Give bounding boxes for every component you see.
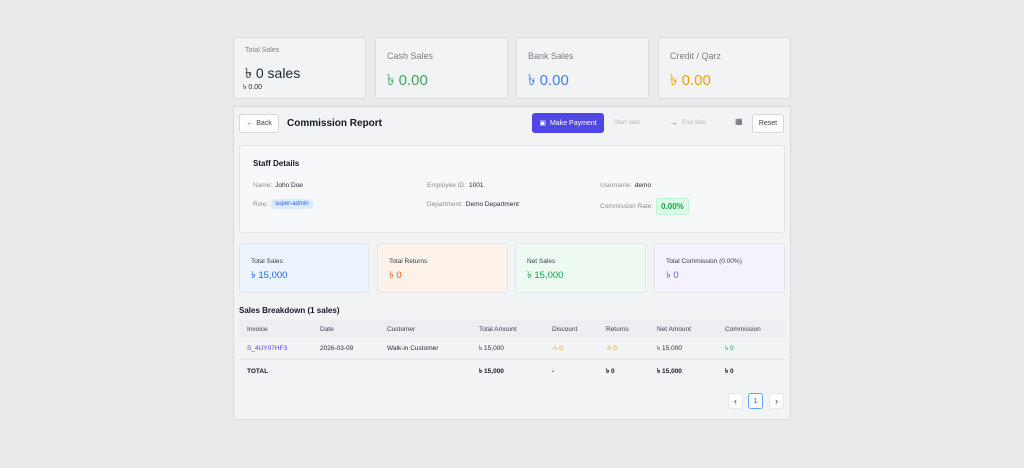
end-date-input[interactable]: End date [682, 120, 706, 126]
staff-details-card: Staff Details Name: John Doe Employee ID… [239, 145, 785, 233]
invoice-link[interactable]: S_4UY07HF3 [247, 338, 287, 359]
staff-name-field: Name: John Doe [253, 182, 303, 189]
column-header: Total Amount [479, 325, 517, 333]
back-button[interactable]: ← Back [239, 114, 279, 133]
employee-id-value: 1001 [469, 182, 484, 189]
username-value: demo [634, 182, 652, 189]
role-badge: super-admin [271, 199, 313, 209]
credit-value: ৳ 0.00 [670, 72, 711, 89]
department-value: Demo Department [465, 201, 519, 208]
back-label: Back [256, 120, 272, 127]
department-field: Department: Demo Department [427, 201, 519, 208]
calendar-icon[interactable]: ▦ [735, 117, 743, 126]
username-field: Username: demo [600, 182, 651, 189]
table-row: S_4UY07HF3 2026-03-09 Walk-in Customer ৳… [239, 338, 785, 360]
department-label: Department: [427, 201, 463, 208]
total-label: TOTAL [247, 367, 269, 375]
credit-label: Credit / Qarz [670, 51, 722, 61]
discount-cell: -৳ 0 [552, 345, 563, 352]
credit-card: Credit / Qarz ৳ 0.00 [658, 37, 791, 99]
stat-label: Total Returns [389, 258, 428, 265]
page-1-button[interactable]: 1 [748, 393, 763, 409]
page-title: Commission Report [287, 118, 383, 129]
summary-cards: Total Sales ৳ 0 sales ৳ 0.00 Cash Sales … [233, 37, 791, 99]
column-header: Commission [725, 325, 761, 333]
arrow-right-icon: → [670, 118, 678, 127]
cash-sales-label: Cash Sales [387, 51, 434, 61]
commission-rate-field: Commission Rate: 0.00% [600, 198, 689, 215]
bank-sales-card: Bank Sales ৳ 0.00 [516, 37, 649, 99]
start-date-input[interactable]: Start date [614, 120, 640, 126]
employee-id-field: Employee ID: 1001 [427, 182, 484, 189]
staff-details-title: Staff Details [253, 159, 300, 168]
discount-cell: - [552, 367, 555, 375]
net-amount-cell: ৳ 15,000 [657, 345, 682, 352]
total-sales-sub: ৳ 0.00 [243, 84, 263, 91]
wallet-icon: ▣ [539, 120, 546, 127]
sales-breakdown-title: Sales Breakdown (1 sales) [239, 306, 340, 315]
stat-total-sales: Total Sales ৳ 15,000 [239, 243, 369, 293]
column-header: Date [320, 325, 334, 333]
column-header: Net Amount [657, 325, 691, 333]
bank-sales-label: Bank Sales [528, 51, 574, 61]
total-sales-label: Total Sales [245, 47, 280, 54]
returns-cell: ৳ 0 [606, 367, 615, 375]
customer-cell: Walk-in Customer [387, 345, 439, 352]
returns-cell: -৳ 0 [606, 345, 617, 352]
reset-button[interactable]: Reset [752, 114, 784, 133]
column-header: Invoice [247, 325, 268, 333]
commission-report-panel: ← Back Commission Report ▣ Make Payment … [233, 106, 791, 420]
commission-cell: ৳ 0 [725, 367, 734, 375]
commission-rate-badge: 0.00% [656, 198, 689, 215]
total-amount-cell: ৳ 15,000 [479, 367, 504, 375]
stat-value: ৳ 15,000 [251, 270, 288, 281]
stat-total-returns: Total Returns ৳ 0 [377, 243, 508, 293]
stat-total-commission: Total Commission (0.00%) ৳ 0 [654, 243, 785, 293]
commission-rate-label: Commission Rate: [600, 203, 654, 210]
name-label: Name: [253, 182, 273, 189]
chevron-left-icon[interactable]: ‹ [728, 393, 743, 409]
stat-label: Net Sales [527, 258, 556, 265]
stat-value: ৳ 0 [666, 270, 679, 281]
chevron-right-icon[interactable]: › [769, 393, 784, 409]
table-header: Invoice Date Customer Total Amount Disco… [239, 320, 785, 338]
role-label: Role: [253, 200, 269, 208]
column-header: Returns [606, 325, 629, 333]
net-amount-cell: ৳ 15,000 [657, 367, 682, 375]
table-total-row: TOTAL ৳ 15,000 - ৳ 0 ৳ 15,000 ৳ 0 [239, 360, 785, 382]
cash-sales-value: ৳ 0.00 [387, 72, 428, 89]
name-value: John Doe [275, 182, 303, 189]
total-sales-card: Total Sales ৳ 0 sales ৳ 0.00 [233, 37, 366, 99]
column-header: Customer [387, 325, 416, 333]
stat-label: Total Sales [251, 258, 283, 265]
column-header: Discount [552, 325, 578, 333]
stat-net-sales: Net Sales ৳ 15,000 [515, 243, 646, 293]
role-field: Role: super-admin [253, 199, 313, 209]
date-cell: 2026-03-09 [320, 345, 354, 352]
bank-sales-value: ৳ 0.00 [528, 72, 569, 89]
stat-value: ৳ 15,000 [527, 270, 564, 281]
stat-value: ৳ 0 [389, 270, 402, 281]
cash-sales-card: Cash Sales ৳ 0.00 [375, 37, 508, 99]
date-range-picker[interactable]: Start date → End date ▦ [607, 114, 747, 131]
stat-label: Total Commission (0.00%) [666, 258, 742, 265]
employee-id-label: Employee ID: [427, 182, 467, 189]
make-payment-button[interactable]: ▣ Make Payment [532, 113, 604, 133]
sales-breakdown-table: Invoice Date Customer Total Amount Disco… [239, 320, 785, 382]
commission-cell: ৳ 0 [725, 345, 734, 352]
arrow-left-icon: ← [246, 120, 254, 127]
make-payment-label: Make Payment [549, 119, 597, 127]
username-label: Username: [600, 182, 632, 189]
total-amount-cell: ৳ 15,000 [479, 345, 504, 352]
